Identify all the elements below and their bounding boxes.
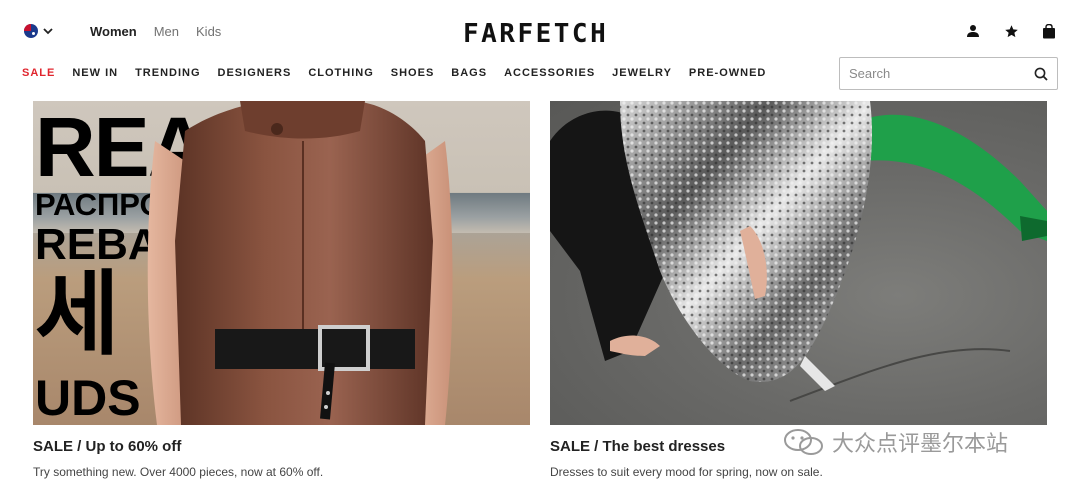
- banner-card-sale-60[interactable]: REA РАСПРО REBA 세 UDS SALE / Up to 60% o…: [33, 101, 530, 479]
- region-selector[interactable]: [24, 24, 54, 38]
- nav-item-clothing[interactable]: CLOTHING: [308, 67, 373, 79]
- poster-text-line: UDS: [35, 370, 141, 425]
- tab-men[interactable]: Men: [154, 24, 179, 39]
- nav-item-new-in[interactable]: NEW IN: [72, 67, 118, 79]
- nav-item-trending[interactable]: TRENDING: [135, 67, 200, 79]
- banner-image-leather-vest[interactable]: REA РАСПРО REBA 세 UDS: [33, 101, 530, 425]
- search-box: [839, 57, 1058, 90]
- search-input[interactable]: [840, 58, 1025, 89]
- top-bar: Women Men Kids FARFETCH: [0, 0, 1080, 58]
- banner-title[interactable]: SALE / Up to 60% off: [33, 438, 530, 455]
- banner-description: Dresses to suit every mood for spring, n…: [550, 465, 823, 479]
- nav-item-designers[interactable]: DESIGNERS: [218, 67, 292, 79]
- tab-kids[interactable]: Kids: [196, 24, 221, 39]
- banner-card-best-dresses[interactable]: SALE / The best dresses Dresses to suit …: [550, 101, 1047, 479]
- account-icon[interactable]: [964, 22, 982, 40]
- nav-item-bags[interactable]: BAGS: [451, 67, 487, 79]
- leather-vest-model-illustration: [147, 101, 453, 425]
- wechat-icon: [784, 429, 823, 455]
- nav-item-shoes[interactable]: SHOES: [391, 67, 435, 79]
- search-icon[interactable]: [1025, 58, 1057, 90]
- australia-flag-icon: [24, 24, 38, 38]
- banner-image-sequin-dress[interactable]: [550, 101, 1047, 425]
- banner-description: Try something new. Over 4000 pieces, now…: [33, 465, 324, 479]
- category-nav: SALE NEW IN TRENDING DESIGNERS CLOTHING …: [22, 67, 766, 79]
- tab-women[interactable]: Women: [90, 24, 137, 39]
- nav-item-jewelry[interactable]: JEWELRY: [612, 67, 672, 79]
- wechat-watermark: 大众点评墨尔本站: [782, 426, 1008, 458]
- header-actions: [964, 22, 1058, 40]
- nav-item-pre-owned[interactable]: PRE-OWNED: [689, 67, 766, 79]
- watermark-text: 大众点评墨尔本站: [832, 432, 1009, 457]
- gender-nav: Women Men Kids: [90, 24, 221, 39]
- chevron-down-icon: [43, 28, 53, 35]
- poster-text-line: 세: [35, 261, 120, 368]
- nav-item-accessories[interactable]: ACCESSORIES: [504, 67, 595, 79]
- sequin-dress-model-illustration: [550, 101, 1047, 402]
- farfetch-logo[interactable]: FARFETCH: [463, 19, 608, 49]
- wishlist-star-icon[interactable]: [1002, 22, 1020, 40]
- nav-item-sale[interactable]: SALE: [22, 67, 55, 79]
- shopping-bag-icon[interactable]: [1040, 22, 1058, 40]
